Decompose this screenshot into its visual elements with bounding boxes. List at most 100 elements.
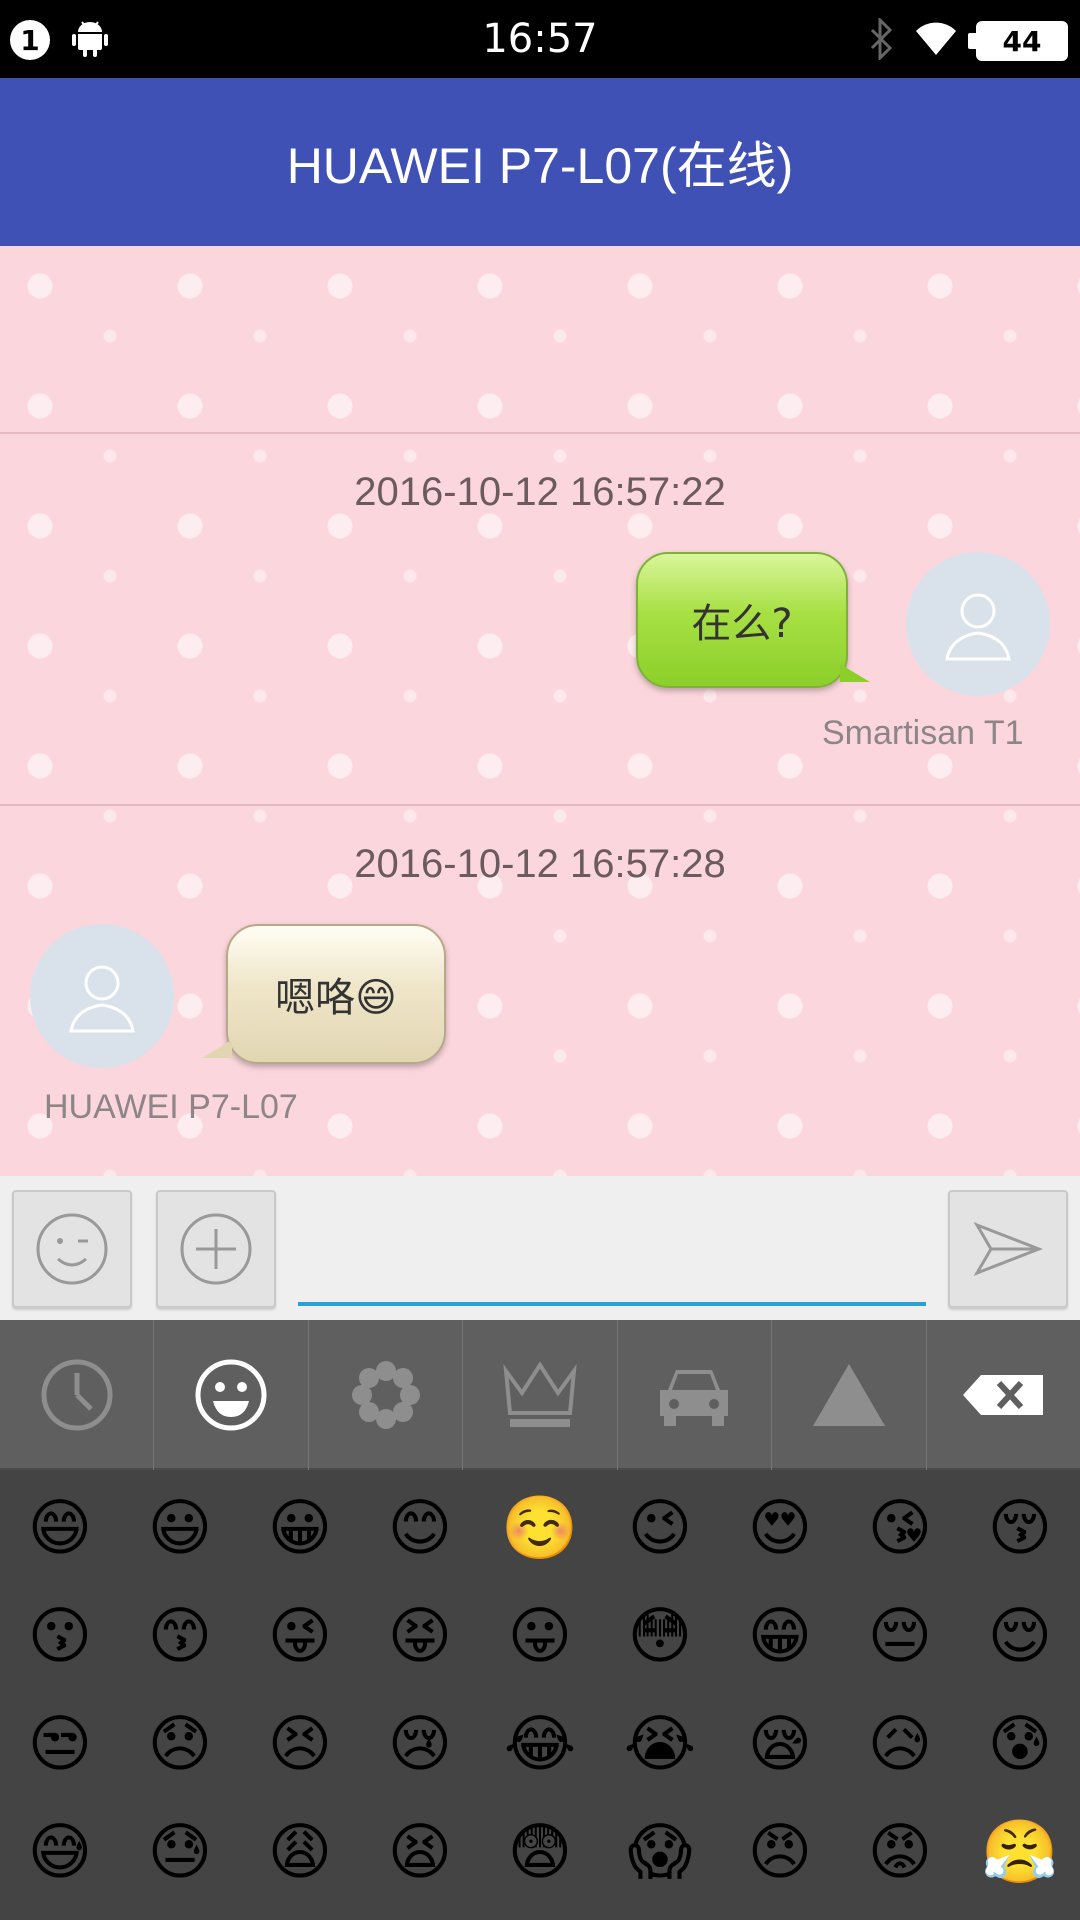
emoji-glyph: 😁 [747, 1599, 813, 1672]
emoji-glyph: 😔 [867, 1599, 933, 1672]
emoji-key[interactable]: 😫 [360, 1798, 480, 1906]
emoji-glyph: 😳 [627, 1599, 693, 1672]
emoji-glyph: ☺️ [501, 1491, 579, 1564]
outgoing-message-bubble[interactable]: 在么? [636, 552, 870, 688]
emoji-glyph: 😉 [627, 1491, 693, 1564]
attach-plus-button[interactable] [156, 1190, 276, 1308]
emoji-glyph: 😚 [987, 1491, 1053, 1564]
wifi-icon [914, 19, 958, 63]
avatar[interactable] [30, 924, 174, 1068]
emoji-glyph: 😛 [507, 1599, 573, 1672]
emoji-glyph: 😰 [987, 1707, 1053, 1780]
page-title: HUAWEI P7-L07(在线) [286, 138, 794, 194]
emoji-glyph: 😨 [507, 1815, 573, 1888]
emoji-glyph: 😒 [27, 1707, 93, 1780]
incoming-message-bubble[interactable]: 嗯咯😄 [202, 924, 446, 1064]
emoji-key[interactable]: 😱 [600, 1798, 720, 1906]
emoji-glyph: 😠 [747, 1815, 813, 1888]
emoji-key[interactable]: 😩 [240, 1798, 360, 1906]
emoji-key[interactable]: 😓 [120, 1798, 240, 1906]
send-icon [973, 1222, 1043, 1276]
emoji-key[interactable]: 😳 [600, 1582, 720, 1690]
emoji-glyph: 😍 [747, 1491, 813, 1564]
avatar[interactable] [906, 552, 1050, 696]
emoji-glyph: 😜 [267, 1599, 333, 1672]
backspace-button[interactable] [927, 1320, 1080, 1470]
emoji-glyph: 😓 [147, 1815, 213, 1888]
emoji-key[interactable]: 😝 [360, 1582, 480, 1690]
emoji-key[interactable]: 😙 [120, 1582, 240, 1690]
emoji-key[interactable]: 😅 [0, 1798, 120, 1906]
message-text: 在么? [691, 601, 793, 647]
emoji-glyph: 😣 [267, 1707, 333, 1780]
tab-nature[interactable] [309, 1320, 464, 1470]
tab-recent[interactable] [0, 1320, 155, 1470]
emoji-glyph: 😘 [867, 1491, 933, 1564]
message-timestamp: 2016-10-12 16:57:28 [354, 842, 726, 886]
emoji-key[interactable]: 😉 [600, 1474, 720, 1582]
emoji-key[interactable]: 😡 [840, 1798, 960, 1906]
emoji-key[interactable]: 😀 [240, 1474, 360, 1582]
sender-name: Smartisan T1 [822, 714, 1024, 752]
compose-bar [0, 1176, 1080, 1320]
emoji-key[interactable]: 😁 [720, 1582, 840, 1690]
emoji-key[interactable]: 😞 [120, 1690, 240, 1798]
person-icon [945, 593, 1011, 661]
emoji-glyph: 😱 [627, 1815, 693, 1888]
emoji-glyph: 😫 [387, 1815, 453, 1888]
emoji-key[interactable]: 😃 [120, 1474, 240, 1582]
emoji-key[interactable]: 😚 [960, 1474, 1080, 1582]
emoji-key[interactable]: 😢 [360, 1690, 480, 1798]
emoji-key[interactable]: 😜 [240, 1582, 360, 1690]
emoji-glyph: 😤 [981, 1815, 1059, 1888]
emoji-key[interactable]: 😨 [480, 1798, 600, 1906]
emoji-key[interactable]: 😗 [0, 1582, 120, 1690]
emoji-key[interactable]: 😊 [360, 1474, 480, 1582]
bluetooth-icon [866, 16, 896, 64]
emoji-glyph: 😂 [503, 1707, 577, 1780]
emoji-toggle-button[interactable] [12, 1190, 132, 1308]
message-text: 嗯咯😄 [275, 975, 397, 1021]
tab-smileys[interactable] [154, 1320, 309, 1470]
emoji-key[interactable]: 😂 [480, 1690, 600, 1798]
emoji-key[interactable]: 😘 [840, 1474, 960, 1582]
backspace-icon [963, 1375, 1044, 1415]
message-input[interactable] [298, 1196, 926, 1306]
plus-circle-icon [180, 1213, 252, 1285]
emoji-glyph: 😭 [623, 1707, 697, 1780]
emoji-key[interactable]: 😥 [840, 1690, 960, 1798]
wink-face-icon [36, 1213, 108, 1285]
tab-symbols[interactable] [772, 1320, 927, 1470]
emoji-key[interactable]: 😰 [960, 1690, 1080, 1798]
status-bar: 1 16:57 44 [0, 0, 1080, 78]
emoji-glyph: 😀 [267, 1491, 333, 1564]
tab-objects[interactable] [463, 1320, 618, 1470]
chat-area[interactable]: 2016-10-12 16:57:22 在么? Smartisan T1 201… [0, 246, 1080, 1176]
emoji-glyph: 😊 [387, 1491, 453, 1564]
emoji-glyph: 😃 [147, 1491, 213, 1564]
emoji-key[interactable]: 😣 [240, 1690, 360, 1798]
emoji-key[interactable]: ☺️ [480, 1474, 600, 1582]
emoji-key[interactable]: 😛 [480, 1582, 600, 1690]
flower-icon [351, 1361, 420, 1429]
emoji-key[interactable]: 😄 [0, 1474, 120, 1582]
tab-places[interactable] [618, 1320, 773, 1470]
emoji-key[interactable]: 😔 [840, 1582, 960, 1690]
sender-name: HUAWEI P7-L07 [44, 1088, 298, 1126]
emoji-key[interactable]: 😭 [600, 1690, 720, 1798]
message-timestamp: 2016-10-12 16:57:22 [354, 470, 726, 514]
emoji-key[interactable]: 😪 [720, 1690, 840, 1798]
emoji-key[interactable]: 😠 [720, 1798, 840, 1906]
emoji-glyph: 😩 [267, 1815, 333, 1888]
emoji-key[interactable]: 😌 [960, 1582, 1080, 1690]
emoji-key[interactable]: 😤 [960, 1798, 1080, 1906]
emoji-glyph: 😄 [27, 1491, 93, 1564]
emoji-key[interactable]: 😍 [720, 1474, 840, 1582]
triangle-icon [812, 1364, 885, 1426]
emoji-key[interactable]: 😒 [0, 1690, 120, 1798]
battery-indicator: 44 [968, 21, 1068, 61]
car-icon [660, 1370, 729, 1426]
send-button[interactable] [948, 1190, 1068, 1308]
divider [0, 432, 1080, 434]
emoji-glyph: 😗 [27, 1599, 93, 1672]
